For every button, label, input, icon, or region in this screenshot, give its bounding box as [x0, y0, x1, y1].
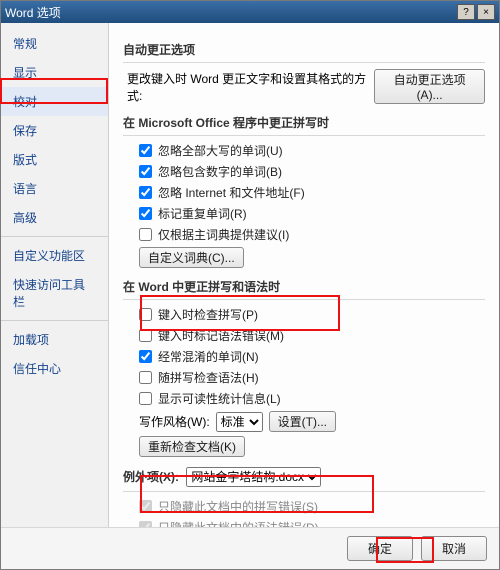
check-spelling-typing-checkbox[interactable] — [139, 308, 152, 321]
settings-button[interactable]: 设置(T)... — [269, 411, 336, 432]
sidebar-item-quick-access[interactable]: 快速访问工具栏 — [1, 270, 108, 316]
sidebar-item-label: 信任中心 — [13, 362, 61, 376]
autocorrect-desc: 更改键入时 Word 更正文字和设置其格式的方式: — [127, 70, 368, 104]
sidebar-item-typography[interactable]: 版式 — [1, 145, 108, 174]
sidebar-item-label: 校对 — [13, 95, 37, 109]
sidebar-item-label: 保存 — [13, 124, 37, 138]
sidebar-item-label: 快速访问工具栏 — [13, 278, 85, 309]
titlebar: Word 选项 ? × — [1, 1, 499, 23]
sidebar-item-label: 常规 — [13, 37, 37, 51]
check-spelling-typing-label: 键入时检查拼写(P) — [158, 306, 258, 323]
readability-stats-checkbox[interactable] — [139, 392, 152, 405]
sidebar-item-label: 显示 — [13, 66, 37, 80]
ignore-uppercase-checkbox[interactable] — [139, 144, 152, 157]
sidebar-item-label: 语言 — [13, 182, 37, 196]
sidebar-item-language[interactable]: 语言 — [1, 174, 108, 203]
sidebar-item-label: 高级 — [13, 211, 37, 225]
section-exceptions: 例外项(X): 网站金字塔结构.docx — [123, 467, 485, 492]
exceptions-doc-select[interactable]: 网站金字塔结构.docx — [186, 467, 321, 487]
confused-words-checkbox[interactable] — [139, 350, 152, 363]
sidebar-item-display[interactable]: 显示 — [1, 58, 108, 87]
sidebar-item-trust-center[interactable]: 信任中心 — [1, 354, 108, 383]
sidebar-item-customize-ribbon[interactable]: 自定义功能区 — [1, 241, 108, 270]
main-panel: 自动更正选项 更改键入时 Word 更正文字和设置其格式的方式: 自动更正选项(… — [109, 23, 499, 527]
sidebar-item-label: 版式 — [13, 153, 37, 167]
section-office-spell: 在 Microsoft Office 程序中更正拼写时 — [123, 114, 485, 136]
sidebar-item-addins[interactable]: 加载项 — [1, 325, 108, 354]
confused-words-label: 经常混淆的单词(N) — [158, 348, 259, 365]
sidebar: 常规 显示 校对 保存 版式 语言 高级 自定义功能区 快速访问工具栏 加载项 … — [1, 23, 109, 527]
flag-repeated-checkbox[interactable] — [139, 207, 152, 220]
sidebar-item-save[interactable]: 保存 — [1, 116, 108, 145]
readability-stats-label: 显示可读性统计信息(L) — [158, 390, 281, 407]
sidebar-item-general[interactable]: 常规 — [1, 29, 108, 58]
grammar-with-spelling-label: 随拼写检查语法(H) — [158, 369, 259, 386]
writing-style-select[interactable]: 标准 — [216, 412, 263, 432]
sidebar-item-label: 自定义功能区 — [13, 249, 85, 263]
writing-style-label: 写作风格(W): — [139, 413, 210, 430]
section-word-spell: 在 Word 中更正拼写和语法时 — [123, 278, 485, 300]
main-dict-only-label: 仅根据主词典提供建议(I) — [158, 226, 289, 243]
sidebar-item-advanced[interactable]: 高级 — [1, 203, 108, 232]
recheck-document-button[interactable]: 重新检查文档(K) — [139, 436, 245, 457]
mark-grammar-typing-checkbox[interactable] — [139, 329, 152, 342]
mark-grammar-typing-label: 键入时标记语法错误(M) — [158, 327, 284, 344]
help-button[interactable]: ? — [457, 4, 475, 20]
ok-button[interactable]: 确定 — [347, 536, 413, 561]
ignore-urls-label: 忽略 Internet 和文件地址(F) — [158, 184, 305, 201]
ignore-numbers-checkbox[interactable] — [139, 165, 152, 178]
section-autocorrect: 自动更正选项 — [123, 41, 485, 63]
hide-grammar-errors-checkbox[interactable] — [139, 521, 152, 527]
sidebar-item-proofing[interactable]: 校对 — [1, 87, 108, 116]
grammar-with-spelling-checkbox[interactable] — [139, 371, 152, 384]
cancel-button[interactable]: 取消 — [421, 536, 487, 561]
main-dict-only-checkbox[interactable] — [139, 228, 152, 241]
custom-dictionaries-button[interactable]: 自定义词典(C)... — [139, 247, 244, 268]
hide-spelling-errors-label: 只隐藏此文档中的拼写错误(S) — [158, 498, 318, 515]
exceptions-label: 例外项(X): — [123, 470, 179, 484]
footer: 确定 取消 — [1, 527, 499, 569]
flag-repeated-label: 标记重复单词(R) — [158, 205, 247, 222]
hide-grammar-errors-label: 只隐藏此文档中的语法错误(D) — [158, 519, 319, 527]
hide-spelling-errors-checkbox[interactable] — [139, 500, 152, 513]
close-button[interactable]: × — [477, 4, 495, 20]
ignore-urls-checkbox[interactable] — [139, 186, 152, 199]
window-title: Word 选项 — [5, 4, 61, 21]
ignore-numbers-label: 忽略包含数字的单词(B) — [158, 163, 282, 180]
sidebar-item-label: 加载项 — [13, 333, 49, 347]
ignore-uppercase-label: 忽略全部大写的单词(U) — [158, 142, 283, 159]
autocorrect-options-button[interactable]: 自动更正选项(A)... — [374, 69, 485, 104]
